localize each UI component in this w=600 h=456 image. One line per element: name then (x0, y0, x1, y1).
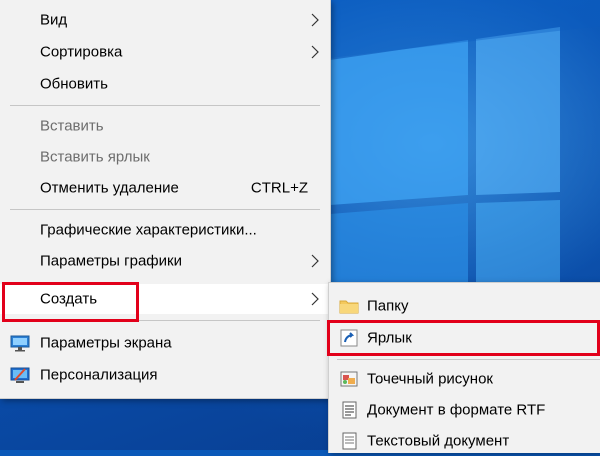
highlight-new-item (2, 282, 139, 322)
menu-item-refresh[interactable]: Обновить (0, 69, 330, 99)
chevron-right-icon (311, 254, 319, 268)
menu-item-label: Персонализация (40, 366, 158, 384)
highlight-shortcut-item (327, 320, 600, 356)
display-settings-icon (10, 335, 30, 352)
chevron-right-icon (311, 45, 319, 59)
menu-item-sort[interactable]: Сортировка (0, 37, 330, 67)
menu-separator (10, 105, 320, 106)
menu-item-graphics-properties[interactable]: Графические характеристики... (0, 215, 330, 245)
menu-item-label: Вид (40, 11, 68, 29)
submenu-item-label: Точечный рисунок (367, 370, 493, 388)
menu-separator (10, 209, 320, 210)
submenu-item-label: Текстовый документ (367, 432, 510, 450)
menu-separator (337, 359, 600, 360)
menu-item-label: Сортировка (40, 43, 123, 61)
chevron-right-icon (311, 292, 319, 306)
menu-item-undo-delete[interactable]: Отменить удаление CTRL+Z (0, 173, 330, 203)
menu-item-graphics-options[interactable]: Параметры графики (0, 246, 330, 276)
submenu-item-label: Папку (367, 297, 409, 315)
rtf-document-icon (342, 401, 357, 419)
desktop-context-menu: Вид Сортировка Обновить Вставить Вставит… (0, 0, 331, 399)
menu-item-label: Вставить ярлык (40, 148, 150, 166)
menu-item-label: Параметры графики (40, 252, 182, 270)
bitmap-icon (340, 371, 358, 387)
menu-item-paste-shortcut[interactable]: Вставить ярлык (0, 142, 330, 172)
menu-item-shortcut: CTRL+Z (250, 179, 308, 197)
submenu-item-text-document[interactable]: Текстовый документ (329, 426, 600, 456)
menu-item-label: Вставить (40, 117, 104, 135)
menu-item-paste[interactable]: Вставить (0, 111, 330, 141)
menu-item-label: Параметры экрана (40, 334, 172, 352)
menu-item-label: Графические характеристики... (40, 221, 257, 239)
menu-item-label: Отменить удаление (40, 179, 179, 197)
menu-item-label: Обновить (40, 75, 108, 93)
menu-item-view[interactable]: Вид (0, 5, 330, 35)
folder-icon (339, 300, 359, 314)
text-document-icon (342, 432, 357, 450)
menu-item-display-settings[interactable]: Параметры экрана (0, 328, 330, 358)
submenu-item-bitmap[interactable]: Точечный рисунок (329, 364, 600, 394)
submenu-item-folder[interactable]: Папку (329, 291, 600, 321)
submenu-item-label: Документ в формате RTF (367, 401, 546, 419)
chevron-right-icon (311, 13, 319, 27)
submenu-item-rtf-document[interactable]: Документ в формате RTF (329, 395, 600, 425)
menu-item-personalize[interactable]: Персонализация (0, 360, 330, 390)
personalize-icon (10, 367, 30, 383)
new-submenu: Папку Ярлык Точечный рисунок Документ в … (328, 282, 600, 453)
